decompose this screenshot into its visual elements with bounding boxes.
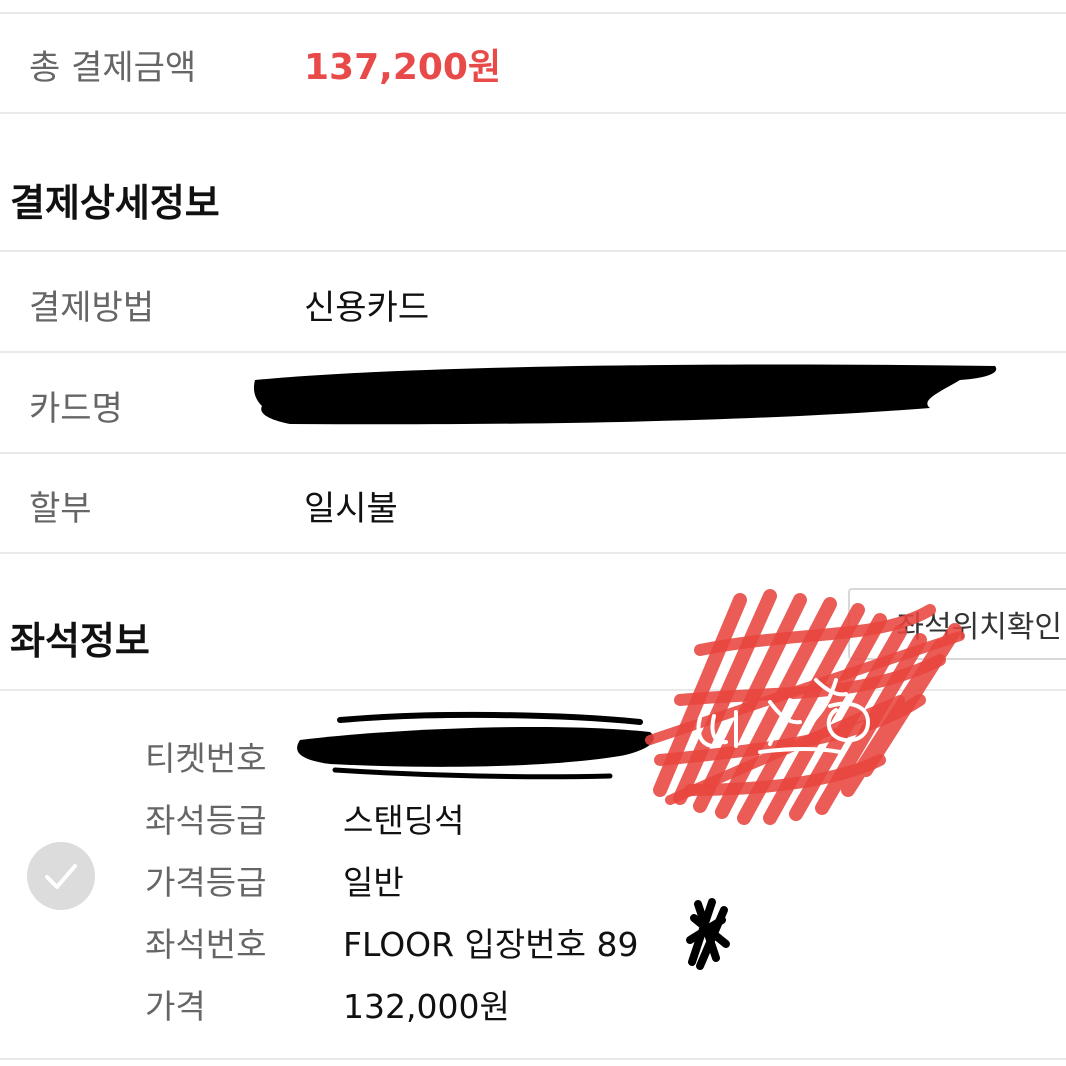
divider (0, 689, 1066, 691)
payment-method-value: 신용카드 (304, 288, 430, 328)
redaction-overlay (253, 364, 997, 970)
divider (0, 552, 1066, 554)
divider (0, 250, 1066, 252)
ticket-number-redaction (297, 711, 654, 780)
check-circle-icon[interactable] (27, 842, 95, 910)
seat-grade-label: 좌석등급 (145, 801, 267, 840)
divider (0, 112, 1066, 114)
installment-label: 할부 (29, 489, 92, 529)
card-name-label: 카드명 (29, 389, 123, 429)
seat-number-label: 좌석번호 (145, 925, 267, 964)
total-amount-value: 137,200원 (304, 47, 502, 88)
seat-number-redaction (686, 898, 730, 970)
price-grade-value: 일반 (343, 863, 404, 902)
seat-info-title: 좌석정보 (10, 619, 150, 663)
divider (0, 452, 1066, 454)
top-divider (0, 12, 1066, 14)
ticket-number-label: 티켓번호 (145, 739, 267, 778)
payment-detail-title: 결제상세정보 (10, 181, 220, 225)
price-grade-label: 가격등급 (145, 863, 267, 902)
payment-method-label: 결제방법 (29, 288, 155, 328)
total-amount-label: 총 결제금액 (29, 48, 197, 88)
price-value: 132,000원 (343, 987, 510, 1026)
seat-grade-value: 스탠딩석 (343, 801, 465, 840)
divider (0, 1058, 1066, 1060)
seat-number-value: FLOOR 입장번호 89 (343, 925, 639, 964)
seat-location-button[interactable]: 좌석위치확인 (848, 588, 1066, 660)
card-name-redaction (253, 364, 997, 425)
installment-value: 일시불 (304, 489, 398, 529)
divider (0, 351, 1066, 353)
price-label: 가격 (145, 987, 206, 1026)
